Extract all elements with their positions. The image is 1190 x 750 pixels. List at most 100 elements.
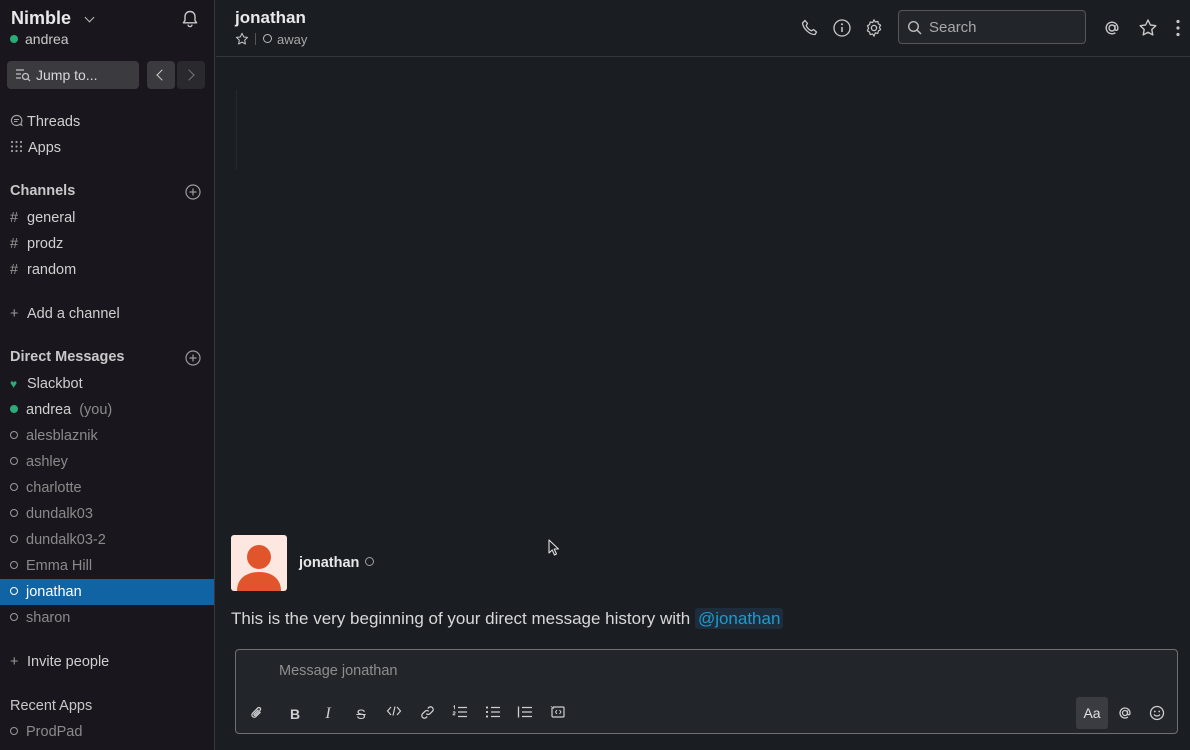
- strikethrough-button[interactable]: S: [351, 705, 371, 723]
- mentions-icon[interactable]: [1102, 18, 1122, 38]
- online-status-icon: [10, 405, 18, 413]
- search-input[interactable]: [929, 11, 1079, 43]
- mouse-cursor-icon: [548, 539, 560, 556]
- numbered-list-button[interactable]: [450, 705, 470, 723]
- dm-name: charlotte: [26, 480, 82, 496]
- search-icon: [907, 20, 922, 35]
- add-dm-icon[interactable]: [185, 350, 201, 366]
- formatting-toggle-button[interactable]: Aa: [1076, 697, 1108, 729]
- attach-button[interactable]: [247, 705, 267, 723]
- dm-name: dundalk03-2: [26, 532, 106, 548]
- dm-name: ashley: [26, 454, 68, 470]
- gear-icon[interactable]: [864, 18, 884, 38]
- sidebar-item-ashley[interactable]: ashley: [10, 451, 68, 473]
- app-status-icon: [10, 727, 18, 735]
- message-author[interactable]: jonathan: [299, 555, 382, 571]
- away-status-icon: [10, 483, 18, 491]
- bold-button[interactable]: B: [285, 705, 305, 723]
- channel-name: prodz: [27, 236, 64, 252]
- channels-section-title[interactable]: Channels: [10, 183, 75, 199]
- search-box[interactable]: [898, 10, 1086, 44]
- sidebar-item-random[interactable]: # random: [10, 259, 76, 281]
- away-status-icon: [10, 457, 18, 465]
- more-vertical-icon[interactable]: [1168, 18, 1188, 38]
- link-button[interactable]: [417, 705, 437, 723]
- quote-button[interactable]: [515, 705, 535, 723]
- bell-icon[interactable]: [180, 9, 200, 29]
- add-channel-button[interactable]: + Add a channel: [10, 303, 120, 325]
- sidebar-item-slackbot[interactable]: ♥ Slackbot: [10, 373, 83, 395]
- quote-icon: [517, 706, 532, 718]
- bulleted-list-button[interactable]: [483, 705, 503, 723]
- info-icon[interactable]: [832, 18, 852, 38]
- sidebar-item-jonathan[interactable]: jonathan: [0, 579, 214, 605]
- away-status-icon: [10, 613, 18, 621]
- plus-icon: +: [10, 654, 19, 670]
- sidebar-item-prodpad[interactable]: ProdPad: [10, 721, 82, 743]
- threads-icon: [10, 114, 23, 127]
- sidebar-item-prodz[interactable]: # prodz: [10, 233, 63, 255]
- user-mention-link[interactable]: @jonathan: [694, 608, 784, 629]
- sidebar-item-alesblaznik[interactable]: alesblaznik: [10, 425, 98, 447]
- away-status-icon: [263, 34, 272, 43]
- history-forward-button[interactable]: [177, 61, 205, 89]
- divider: [255, 33, 256, 45]
- away-status-icon: [10, 535, 18, 543]
- sidebar-item-dundalk03-2[interactable]: dundalk03-2: [10, 529, 106, 551]
- dm-intro-text: This is the very beginning of your direc…: [231, 608, 784, 629]
- direct-messages-section-title[interactable]: Direct Messages: [10, 349, 124, 365]
- emoji-button[interactable]: [1147, 705, 1167, 723]
- bulleted-list-icon: [485, 706, 500, 718]
- jump-to-button[interactable]: Jump to...: [7, 61, 139, 89]
- channel-header: jonathan away: [216, 0, 1190, 57]
- intro-text: This is the very beginning of your direc…: [231, 609, 695, 628]
- paperclip-icon: [251, 706, 262, 718]
- phone-icon[interactable]: [800, 18, 820, 38]
- sidebar: Nimble andrea Jump to... Threads Apps Ch…: [0, 0, 215, 750]
- sidebar-item-emma-hill[interactable]: Emma Hill: [10, 555, 92, 577]
- sidebar-item-andrea[interactable]: andrea (you): [10, 399, 112, 421]
- sidebar-item-label: Threads: [27, 114, 81, 130]
- code-icon: [386, 706, 402, 716]
- sidebar-item-dundalk03[interactable]: dundalk03: [10, 503, 93, 525]
- recent-apps-section-title: Recent Apps: [10, 698, 93, 714]
- sidebar-item-sharon[interactable]: sharon: [10, 607, 70, 629]
- history-back-button[interactable]: [147, 61, 175, 89]
- sidebar-item-threads[interactable]: Threads: [10, 111, 80, 133]
- away-status-icon: [10, 587, 18, 595]
- chevron-right-icon: [183, 69, 195, 81]
- starred-items-icon[interactable]: [1138, 18, 1158, 38]
- user-avatar-icon: [237, 545, 281, 591]
- bold-icon: B: [289, 706, 301, 722]
- dm-name: sharon: [26, 610, 71, 626]
- author-name[interactable]: jonathan: [299, 555, 359, 571]
- message-composer: B I S Aa: [235, 649, 1178, 734]
- emoji-icon: [1149, 705, 1165, 721]
- sidebar-item-general[interactable]: # general: [10, 207, 75, 229]
- workspace-header[interactable]: Nimble andrea: [10, 6, 205, 50]
- message-input[interactable]: [279, 658, 979, 684]
- star-icon[interactable]: [235, 32, 249, 46]
- away-status-icon: [10, 509, 18, 517]
- dm-name: Slackbot: [27, 376, 83, 392]
- italic-button[interactable]: I: [318, 705, 338, 723]
- channel-name: general: [27, 210, 76, 226]
- sidebar-item-apps[interactable]: Apps: [10, 137, 61, 159]
- add-channel-icon[interactable]: [185, 184, 201, 200]
- plus-icon: +: [10, 306, 19, 322]
- sidebar-item-label: Apps: [28, 140, 62, 156]
- dm-name: jonathan: [26, 584, 82, 600]
- away-status-icon: [10, 561, 18, 569]
- code-block-button[interactable]: [548, 705, 568, 723]
- online-status-icon: [10, 35, 18, 43]
- code-button[interactable]: [384, 705, 404, 723]
- heart-icon: ♥: [10, 377, 18, 391]
- invite-people-button[interactable]: + Invite people: [10, 651, 109, 673]
- mention-button[interactable]: [1115, 705, 1135, 723]
- avatar[interactable]: [231, 535, 287, 591]
- app-name: ProdPad: [26, 724, 83, 740]
- channel-title[interactable]: jonathan: [235, 8, 306, 28]
- sidebar-item-charlotte[interactable]: charlotte: [10, 477, 82, 499]
- chevron-down-icon[interactable]: [84, 12, 95, 23]
- workspace-name[interactable]: Nimble: [11, 8, 71, 29]
